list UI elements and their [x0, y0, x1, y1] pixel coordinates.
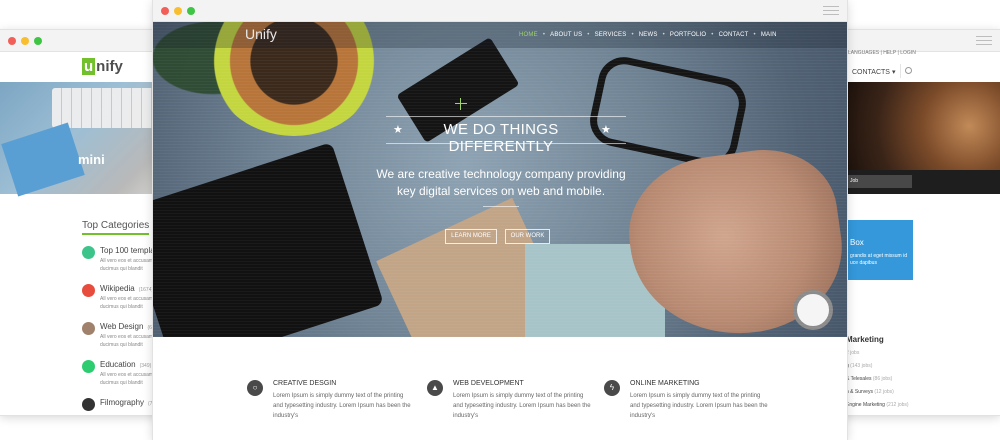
feature-title: CREATIVE DESGIN [273, 380, 337, 387]
pencil-icon [82, 322, 95, 335]
hero-divider-bottom [386, 143, 626, 144]
feature-title: ONLINE MARKETING [630, 380, 700, 387]
nav-contacts[interactable]: CONTACTS ▾ [852, 68, 895, 76]
showcase-stage: u nify mini Top Categories Top 100 templa… [0, 0, 1000, 440]
star-icon: ★ [393, 124, 403, 136]
category-label: Top 100 templat [100, 246, 157, 255]
learn-more-button[interactable]: LEARN MORE [445, 229, 497, 244]
category-label: Filmography [100, 398, 145, 407]
category-label: Web Design [100, 322, 144, 331]
window-controls [8, 37, 42, 45]
close-dot-icon[interactable] [8, 37, 16, 45]
feature-desc: Lorem Ipsum is simply dummy text of the … [273, 393, 411, 419]
hamburger-icon[interactable] [823, 6, 839, 18]
menu-separator: • [662, 32, 665, 38]
promo-box[interactable]: Box grandis at eget missum id uce dapibu… [846, 220, 913, 280]
feature-desc: Lorem Ipsum is simply dummy text of the … [453, 393, 591, 419]
menu-separator: • [587, 32, 590, 38]
categories-heading: Top Categories [82, 220, 150, 235]
nav-item-main[interactable]: MAIN [761, 32, 777, 38]
site-logo[interactable]: Unify [245, 26, 277, 42]
marketing-item[interactable]: Engine Marketing (212 jobs) [846, 402, 909, 415]
top-links[interactable]: LANGUAGES | HELP | LOGIN [848, 50, 916, 56]
book-icon [82, 284, 95, 297]
category-name: Top 100 templat [100, 246, 161, 255]
maximize-dot-icon[interactable] [34, 37, 42, 45]
category-name: Wikipedia (1674) [100, 284, 153, 293]
hero-subtitle: We are creative technology company provi… [376, 167, 626, 198]
marketing-label: h & Surveys [846, 389, 873, 395]
nav-item-services[interactable]: SERVICES [595, 32, 627, 38]
marketing-list: 2 jobs g (143 jobs) & Telesales (86 jobs) h… [846, 350, 909, 415]
category-label: Education [100, 360, 136, 369]
hero-photo [846, 82, 1000, 170]
menu-separator: • [631, 32, 634, 38]
nav-item-about-us[interactable]: ABOUT US [550, 32, 582, 38]
feature-desc: Lorem Ipsum is simply dummy text of the … [630, 393, 768, 419]
star-icon: ★ [601, 124, 611, 136]
graduation-icon [82, 360, 95, 373]
our-work-button[interactable]: OUR WORK [505, 229, 550, 244]
minimize-dot-icon[interactable] [21, 37, 29, 45]
lightbulb-icon: ○ [247, 380, 263, 396]
marketing-item[interactable]: 2 jobs [846, 350, 909, 363]
window-controls [161, 7, 195, 15]
main-menu: HOME • ABOUT US • SERVICES • NEWS • PORTFOLIO • CO… [519, 32, 777, 38]
category-name: Web Design(671) [100, 322, 159, 331]
hero-divider-short [483, 206, 519, 207]
tag-icon [82, 246, 95, 259]
category-name: Filmography(750) [100, 398, 160, 407]
center-browser-window: Unify HOME • ABOUT US • SERVICES • NEWS • PORTFO… [153, 0, 847, 440]
minimize-dot-icon[interactable] [174, 7, 182, 15]
hero-title: WE DO THINGS DIFFERENTLY [443, 121, 559, 155]
marketing-label: Engine Marketing [846, 402, 885, 408]
pen-nib-icon: ▲ [427, 380, 443, 396]
plus-icon [455, 98, 467, 110]
category-label: Wikipedia [100, 284, 135, 293]
marketing-item[interactable]: h & Surveys (12 jobs) [846, 389, 909, 402]
lightning-icon: ϟ [604, 380, 620, 396]
menu-separator: • [711, 32, 714, 38]
search-icon[interactable] [900, 64, 914, 78]
close-dot-icon[interactable] [161, 7, 169, 15]
feature-title: WEB DEVELOPMENT [453, 380, 524, 387]
chevron-down-icon: ▾ [891, 69, 896, 76]
marketing-count: (86 jobs) [872, 376, 893, 382]
marketing-count: (12 jobs) [874, 389, 894, 395]
category-name: Education (349) [100, 360, 151, 369]
hamburger-icon[interactable] [976, 36, 992, 48]
marketing-count: (143 jobs) [850, 363, 873, 369]
category-count: (1674) [138, 287, 154, 293]
job-button[interactable]: Job [846, 175, 912, 188]
marketing-heading: Marketing [846, 335, 884, 344]
marketing-count: (212 jobs) [886, 402, 909, 408]
site-logo[interactable]: u nify [82, 58, 123, 75]
menu-separator: • [542, 32, 546, 38]
promo-box-title: Box [850, 238, 864, 247]
nav-item-home[interactable]: HOME [519, 32, 538, 38]
hero-word: mini [78, 152, 105, 167]
browser-chrome [153, 0, 847, 22]
film-icon [82, 398, 95, 411]
nav-item-news[interactable]: NEWS [639, 32, 658, 38]
hero-divider-top [386, 116, 626, 117]
nav-item-contact[interactable]: CONTACT [719, 32, 749, 38]
category-count: (349) [139, 363, 152, 369]
maximize-dot-icon[interactable] [187, 7, 195, 15]
promo-box-desc: grandis at eget missum id uce dapibus [850, 253, 907, 266]
marketing-item[interactable]: g (143 jobs) [846, 363, 909, 376]
book-shape [1, 122, 85, 197]
menu-separator: • [753, 32, 756, 38]
marketing-count: 2 jobs [846, 350, 860, 356]
marketing-label: & Telesales [846, 376, 872, 382]
nav-item-portfolio[interactable]: PORTFOLIO [670, 32, 706, 38]
marketing-item[interactable]: & Telesales (86 jobs) [846, 376, 909, 389]
